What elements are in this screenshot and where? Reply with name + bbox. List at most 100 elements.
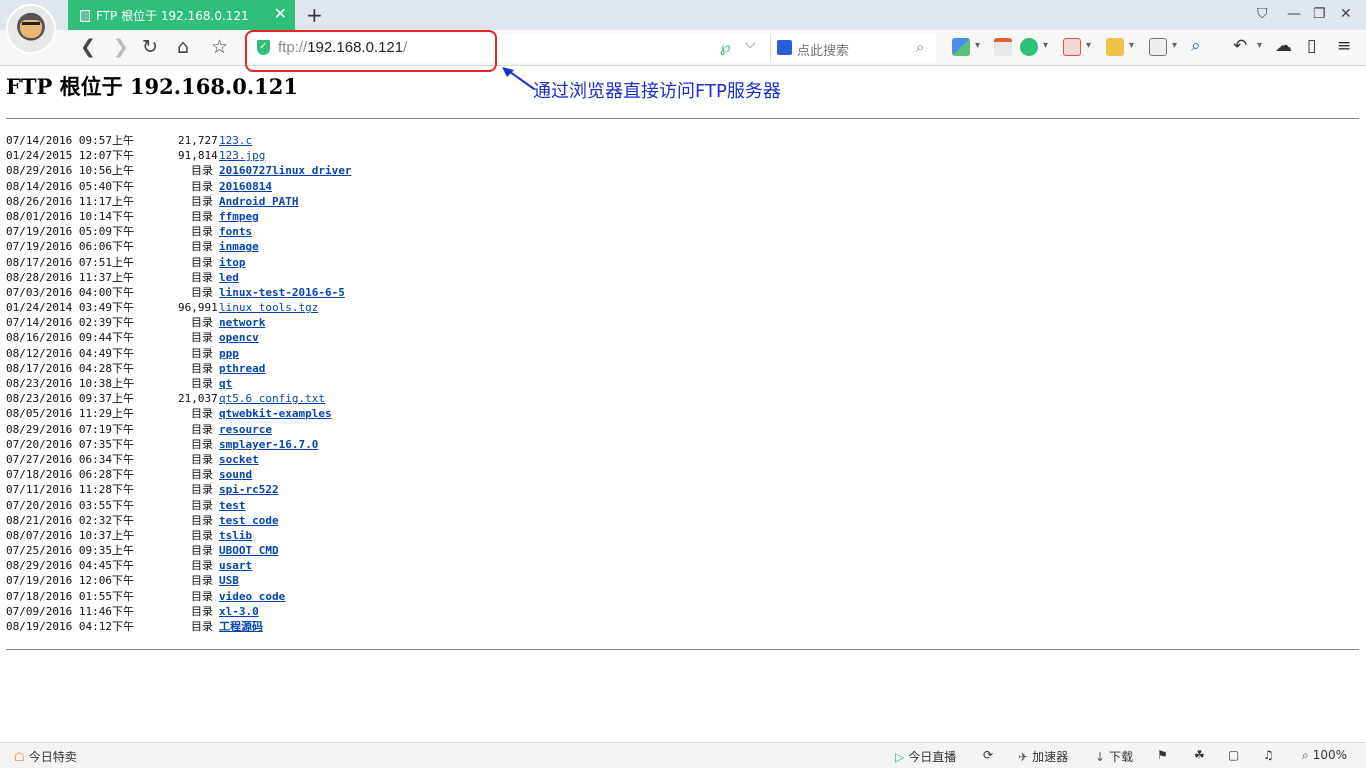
entry-type: 目录 bbox=[191, 468, 213, 482]
undo-icon[interactable]: ↶ bbox=[1233, 36, 1247, 56]
folder-link[interactable]: linux-test-2016-6-5 bbox=[219, 286, 345, 299]
deals-button[interactable]: ☖ 今日特卖 bbox=[14, 748, 77, 765]
accelerator-button[interactable]: ✈ 加速器 bbox=[1018, 748, 1068, 765]
shield-money-icon[interactable] bbox=[1020, 38, 1038, 56]
leaf-icon[interactable]: ☘ bbox=[1194, 748, 1205, 762]
folder-link[interactable]: spi-rc522 bbox=[219, 483, 279, 496]
browser-tab[interactable]: FTP 根位于 192.168.0.121 ✕ bbox=[68, 0, 295, 30]
file-link[interactable]: 123.jpg bbox=[219, 149, 265, 162]
phone-icon[interactable]: ▯ bbox=[1307, 36, 1316, 56]
divider bbox=[6, 649, 1359, 650]
entry-type: 目录 bbox=[191, 498, 213, 512]
chevron-down-icon[interactable]: ▾ bbox=[1129, 40, 1134, 51]
favorite-star-icon[interactable]: ☆ bbox=[211, 36, 228, 58]
entry-type: 目录 bbox=[191, 589, 213, 603]
menu-icon[interactable]: ≡ bbox=[1337, 36, 1351, 56]
folder-link[interactable]: test bbox=[219, 499, 246, 512]
folder-link[interactable]: usart bbox=[219, 559, 252, 572]
entry-date: 01/24/2015 12:07下午 bbox=[6, 149, 134, 163]
entry-date: 08/29/2016 07:19下午 bbox=[6, 422, 134, 436]
entry-size: 21,727 bbox=[178, 134, 218, 147]
close-tab-icon[interactable]: ✕ bbox=[274, 4, 287, 23]
search-box[interactable]: 点此搜索 ⌕ bbox=[770, 34, 936, 62]
folder-link[interactable]: socket bbox=[219, 453, 259, 466]
close-window-button[interactable]: ✕ bbox=[1340, 6, 1352, 22]
minimize-button[interactable]: — bbox=[1287, 6, 1301, 22]
file-link[interactable]: 123.c bbox=[219, 134, 252, 147]
forward-icon[interactable]: ❯ bbox=[113, 36, 129, 58]
entry-type: 目录 bbox=[191, 437, 213, 451]
address-highlight-box bbox=[245, 30, 497, 72]
ie-mode-icon[interactable]: ℘ bbox=[720, 38, 730, 56]
status-bar: ☖ 今日特卖 ▷ 今日直播 ⟳ ✈ 加速器 ↓ 下载 ⚑ ☘ ▢ ♫ ⌕ 100% bbox=[0, 742, 1366, 768]
listing-row: 07/14/2016 02:39下午 目录 network bbox=[6, 315, 351, 330]
chevron-down-icon[interactable]: ▾ bbox=[1043, 40, 1048, 51]
folder-link[interactable]: sound bbox=[219, 468, 252, 481]
chevron-down-icon[interactable]: ▾ bbox=[1172, 40, 1177, 51]
entry-date: 08/16/2016 09:44下午 bbox=[6, 331, 134, 345]
address-dropdown-icon[interactable]: ⌵ bbox=[745, 36, 756, 52]
listing-row: 08/16/2016 09:44下午 目录 opencv bbox=[6, 330, 351, 345]
magnifier-icon[interactable]: ⌕ bbox=[1191, 36, 1201, 56]
folder-link[interactable]: Android PATH bbox=[219, 195, 298, 208]
chevron-down-icon[interactable]: ▾ bbox=[1086, 40, 1091, 51]
folder-link[interactable]: pthread bbox=[219, 362, 265, 375]
folder-link[interactable]: test code bbox=[219, 514, 279, 527]
folder-link[interactable]: 工程源码 bbox=[219, 620, 263, 633]
chevron-down-icon[interactable]: ▾ bbox=[1257, 40, 1262, 51]
folder-link[interactable]: fonts bbox=[219, 225, 252, 238]
calendar-icon[interactable] bbox=[994, 38, 1012, 56]
translate-icon[interactable] bbox=[1063, 38, 1081, 56]
file-link[interactable]: qt5.6 config.txt bbox=[219, 392, 325, 405]
coupon-icon[interactable] bbox=[1106, 38, 1124, 56]
listing-row: 07/19/2016 12:06下午 目录 USB bbox=[6, 573, 351, 588]
folder-link[interactable]: USB bbox=[219, 574, 239, 587]
window-icon[interactable]: ▢ bbox=[1228, 748, 1239, 762]
skin-icon[interactable]: ⛉ bbox=[1257, 6, 1268, 22]
listing-row: 07/03/2016 04:00下午 目录 linux-test-2016-6-5 bbox=[6, 285, 351, 300]
folder-link[interactable]: UBOOT CMD bbox=[219, 544, 279, 557]
flag-icon[interactable]: ⚑ bbox=[1157, 748, 1168, 762]
new-tab-button[interactable]: + bbox=[306, 3, 323, 27]
folder-link[interactable]: ffmpeg bbox=[219, 210, 259, 223]
folder-link[interactable]: network bbox=[219, 316, 265, 329]
folder-link[interactable]: resource bbox=[219, 423, 272, 436]
folder-link[interactable]: tslib bbox=[219, 529, 252, 542]
divider bbox=[6, 118, 1359, 119]
refresh-circle-icon[interactable]: ⟳ bbox=[983, 748, 993, 762]
folder-link[interactable]: inmage bbox=[219, 240, 259, 253]
folder-link[interactable]: ppp bbox=[219, 347, 239, 360]
maximize-button[interactable]: ❐ bbox=[1313, 6, 1326, 22]
back-icon[interactable]: ❮ bbox=[80, 36, 96, 58]
cloud-icon[interactable]: ☁ bbox=[1275, 36, 1292, 56]
apps-icon[interactable] bbox=[952, 38, 970, 56]
zoom-control[interactable]: ⌕ 100% bbox=[1302, 748, 1347, 763]
chevron-down-icon[interactable]: ▾ bbox=[975, 40, 980, 51]
user-avatar[interactable] bbox=[6, 4, 56, 54]
game-icon[interactable] bbox=[1149, 38, 1167, 56]
file-link[interactable]: linux tools.tgz bbox=[219, 301, 318, 314]
folder-link[interactable]: 20160814 bbox=[219, 180, 272, 193]
home-icon[interactable]: ⌂ bbox=[177, 36, 189, 58]
entry-date: 08/17/2016 04:28下午 bbox=[6, 361, 134, 375]
reload-icon[interactable]: ↻ bbox=[142, 36, 158, 58]
folder-link[interactable]: itop bbox=[219, 256, 246, 269]
search-engine-icon[interactable] bbox=[777, 40, 792, 55]
search-input[interactable]: 点此搜索 bbox=[797, 40, 849, 59]
folder-link[interactable]: led bbox=[219, 271, 239, 284]
entry-type: 目录 bbox=[191, 620, 213, 633]
folder-link[interactable]: qtwebkit-examples bbox=[219, 407, 332, 420]
download-button[interactable]: ↓ 下载 bbox=[1095, 748, 1133, 765]
folder-link[interactable]: 20160727linux driver bbox=[219, 164, 351, 177]
folder-link[interactable]: video code bbox=[219, 590, 285, 603]
folder-link[interactable]: opencv bbox=[219, 331, 259, 344]
live-button[interactable]: ▷ 今日直播 bbox=[895, 748, 956, 765]
folder-link[interactable]: xl-3.0 bbox=[219, 605, 259, 618]
folder-link[interactable]: smplayer-16.7.0 bbox=[219, 438, 318, 451]
volume-icon[interactable]: ♫ bbox=[1263, 748, 1274, 762]
page-title: FTP 根位于 192.168.0.121 bbox=[6, 74, 299, 99]
search-icon[interactable]: ⌕ bbox=[916, 38, 924, 56]
entry-date: 08/23/2016 10:38上午 bbox=[6, 377, 134, 390]
folder-link[interactable]: qt bbox=[219, 377, 232, 390]
entry-type: 目录 bbox=[191, 240, 213, 254]
